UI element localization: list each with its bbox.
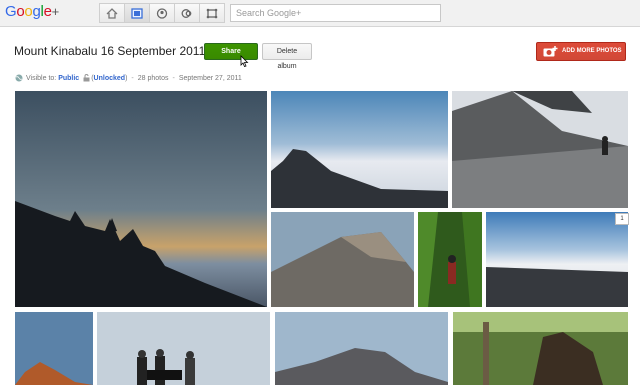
photo-summit-group[interactable] (97, 312, 270, 385)
photo-count: 28 photos (137, 74, 169, 82)
mouse-cursor-icon (240, 55, 249, 67)
album-title: Mount Kinabalu 16 September 2011 (14, 44, 206, 58)
app-nav (99, 3, 225, 23)
comment-count-badge: 1 (615, 213, 629, 225)
add-more-photos-button[interactable]: ADD MORE PHOTOS (536, 42, 626, 61)
photo-granite-slope[interactable] (271, 212, 414, 307)
globe-icon (15, 74, 23, 82)
nav-games[interactable] (199, 3, 225, 23)
nav-profile[interactable] (149, 3, 174, 23)
profile-icon (156, 7, 168, 19)
camera-plus-icon (543, 46, 558, 57)
delete-album-button[interactable]: Delete album (262, 43, 312, 70)
circles-icon (181, 8, 192, 18)
album-date: September 27, 2011 (178, 74, 242, 82)
photo-jungle-trail[interactable] (418, 212, 482, 307)
photo-peak-silhouette[interactable] (275, 312, 448, 385)
photo-summit-trail-hiker[interactable] (452, 91, 628, 208)
photo-south-peak-clouds[interactable] (271, 91, 448, 208)
nav-home[interactable] (99, 3, 124, 23)
share-album-button[interactable]: Share album (204, 43, 258, 70)
photo-night-summit[interactable] (15, 312, 93, 385)
add-more-photos-label: ADD MORE PHOTOS (562, 48, 622, 54)
lock-open-icon (83, 74, 90, 82)
photos-icon (131, 7, 143, 19)
unlocked-link[interactable]: Unlocked (94, 75, 126, 82)
home-icon (106, 7, 118, 19)
google-plus-logo[interactable]: Google+ (5, 3, 59, 21)
visible-to-label: Visible to: (26, 74, 57, 82)
album-meta: Visible to: Public (Unlocked) - 28 photo… (15, 74, 242, 82)
photo-summit-plateau[interactable] (486, 212, 628, 307)
visibility-link[interactable]: Public (58, 75, 79, 82)
nav-circles[interactable] (174, 3, 199, 23)
photo-rainforest-stump[interactable] (453, 312, 628, 385)
nav-photos[interactable] (124, 3, 149, 23)
search-input[interactable] (230, 4, 441, 22)
games-icon (206, 8, 218, 18)
photo-sunrise-peaks[interactable] (15, 91, 267, 307)
top-bar: Google+ (0, 0, 640, 27)
